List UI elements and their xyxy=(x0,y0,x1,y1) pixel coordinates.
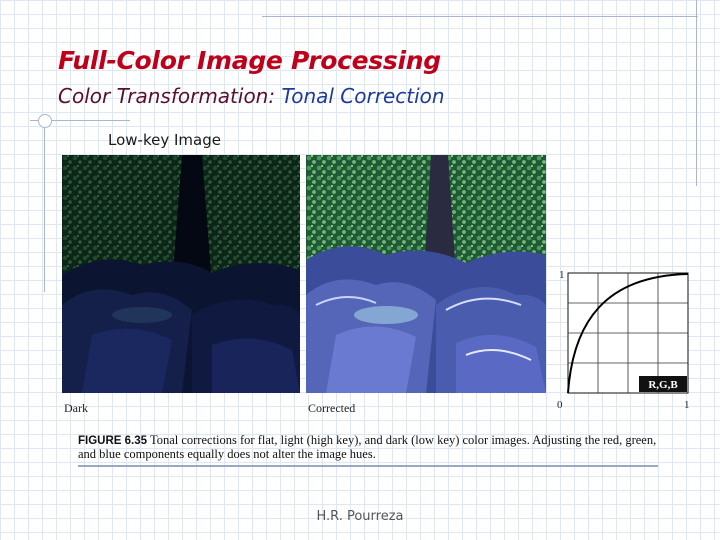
frame-line-right xyxy=(696,0,697,186)
x-tick-0: 0 xyxy=(557,399,563,411)
slide-title: Full-Color Image Processing xyxy=(58,46,441,75)
corrected-label: Corrected xyxy=(308,401,356,415)
frame-line-left xyxy=(44,122,45,292)
corrected-photo xyxy=(306,155,546,393)
figure-caption-text: Tonal corrections for flat, light (high … xyxy=(78,433,657,461)
image-caption: Low-key Image xyxy=(108,131,221,149)
slide-subtitle: Color Transformation: Tonal Correction xyxy=(58,84,445,108)
y-tick-1: 1 xyxy=(559,269,565,281)
footer-author: H.R. Pourreza xyxy=(316,509,404,524)
figure-number: FIGURE 6.35 xyxy=(78,435,148,447)
caption-rule xyxy=(78,465,658,467)
subtitle-part1: Color Transformation: xyxy=(58,84,276,108)
dark-photo xyxy=(62,155,300,393)
tonal-curve-plot: R,G,B 1 0 1 xyxy=(555,262,700,414)
subtitle-part2: Tonal Correction xyxy=(281,84,445,108)
figure-caption: FIGURE 6.35 Tonal corrections for flat, … xyxy=(78,434,668,461)
x-tick-1: 1 xyxy=(684,399,690,411)
frame-circle-ornament xyxy=(38,114,52,128)
frame-line-top xyxy=(262,16,698,17)
channel-label: R,G,B xyxy=(648,379,678,391)
dark-label: Dark xyxy=(64,401,88,415)
